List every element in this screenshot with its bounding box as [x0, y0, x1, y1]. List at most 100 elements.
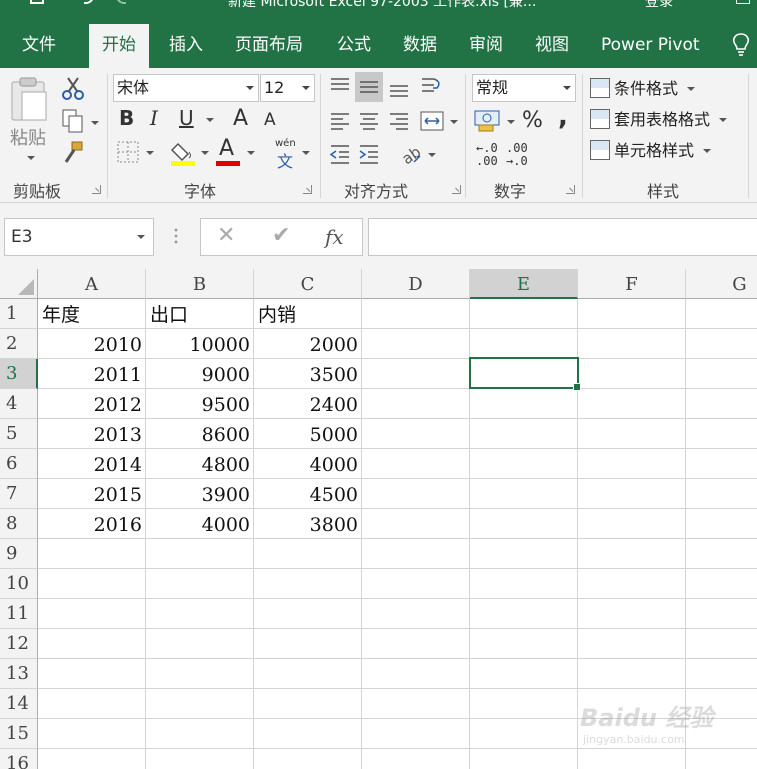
font-color-button[interactable]: A [219, 136, 234, 161]
row-header-12[interactable]: 12 [0, 629, 38, 659]
cell-g1[interactable] [686, 299, 757, 329]
cell-g3[interactable] [686, 359, 757, 389]
insert-function-icon[interactable]: fx [325, 225, 344, 249]
cell-g6[interactable] [686, 449, 757, 479]
underline-button[interactable]: U [179, 106, 194, 130]
align-middle-icon[interactable] [355, 72, 383, 102]
cell-b15[interactable] [146, 719, 254, 749]
comma-style-button[interactable]: , [558, 102, 568, 132]
row-header-9[interactable]: 9 [0, 539, 38, 569]
percent-style-button[interactable]: % [522, 108, 543, 133]
cell-e7[interactable] [470, 479, 578, 509]
column-header-e[interactable]: E [470, 269, 578, 299]
underline-dropdown-caret[interactable] [206, 118, 214, 122]
cell-f8[interactable] [578, 509, 686, 539]
orientation-icon[interactable]: ab [398, 142, 422, 166]
cell-f6[interactable] [578, 449, 686, 479]
cell-b8[interactable]: 4000 [146, 509, 254, 539]
formula-input[interactable] [368, 218, 757, 256]
cell-f2[interactable] [578, 329, 686, 359]
row-header-4[interactable]: 4 [0, 389, 38, 419]
row-header-1[interactable]: 1 [0, 299, 38, 329]
tab-formulas[interactable]: 公式 [337, 22, 371, 68]
align-left-icon[interactable] [328, 108, 352, 134]
cell-g8[interactable] [686, 509, 757, 539]
row-header-2[interactable]: 2 [0, 329, 38, 359]
cell-a7[interactable]: 2015 [38, 479, 146, 509]
cell-a6[interactable]: 2014 [38, 449, 146, 479]
login-link[interactable]: 登录 [645, 0, 673, 11]
merge-dropdown-caret[interactable] [450, 120, 458, 124]
ribbon-display-icon[interactable] [736, 0, 750, 4]
cell-b6[interactable]: 4800 [146, 449, 254, 479]
cell-c8[interactable]: 3800 [254, 509, 362, 539]
name-box[interactable]: E3 [4, 218, 154, 256]
cell-f12[interactable] [578, 629, 686, 659]
decrease-decimal-button[interactable]: .00 →.0 [506, 142, 528, 168]
cell-c12[interactable] [254, 629, 362, 659]
tell-me-bulb-icon[interactable] [731, 32, 751, 58]
cell-c13[interactable] [254, 659, 362, 689]
bold-button[interactable]: B [119, 106, 134, 130]
format-painter-brush-icon[interactable] [60, 140, 86, 166]
cell-a3[interactable]: 2011 [38, 359, 146, 389]
wrap-text-icon[interactable] [419, 74, 445, 100]
redo-icon[interactable] [116, 0, 126, 4]
cell-d16[interactable] [362, 749, 470, 769]
cell-e16[interactable] [470, 749, 578, 769]
cell-a4[interactable]: 2012 [38, 389, 146, 419]
cell-d4[interactable] [362, 389, 470, 419]
copy-dropdown-caret[interactable] [91, 121, 99, 125]
tab-home[interactable]: 开始 [89, 24, 149, 68]
cell-d11[interactable] [362, 599, 470, 629]
cell-e13[interactable] [470, 659, 578, 689]
row-header-7[interactable]: 7 [0, 479, 38, 509]
paste-clipboard-icon[interactable] [8, 76, 52, 124]
cell-a5[interactable]: 2013 [38, 419, 146, 449]
cell-e14[interactable] [470, 689, 578, 719]
cell-a1[interactable]: 年度 [38, 299, 146, 329]
cell-a14[interactable] [38, 689, 146, 719]
cell-b1[interactable]: 出口 [146, 299, 254, 329]
cell-g2[interactable] [686, 329, 757, 359]
select-all-corner[interactable] [0, 269, 38, 299]
cell-b11[interactable] [146, 599, 254, 629]
tab-power-pivot[interactable]: Power Pivot [601, 22, 700, 68]
cell-e4[interactable] [470, 389, 578, 419]
row-header-10[interactable]: 10 [0, 569, 38, 599]
cancel-icon[interactable]: ✕ [217, 223, 235, 248]
font-launcher-icon[interactable] [303, 185, 312, 194]
cell-e2[interactable] [470, 329, 578, 359]
cell-f13[interactable] [578, 659, 686, 689]
number-format-dropdown[interactable]: 常规 [472, 74, 576, 102]
tab-insert[interactable]: 插入 [169, 22, 203, 68]
cell-g4[interactable] [686, 389, 757, 419]
cell-e10[interactable] [470, 569, 578, 599]
conditional-formatting-button[interactable]: 条件格式 [590, 75, 696, 99]
cell-d6[interactable] [362, 449, 470, 479]
cell-f3[interactable] [578, 359, 686, 389]
active-cell-selection[interactable] [469, 357, 581, 391]
number-launcher-icon[interactable] [566, 185, 575, 194]
cell-e8[interactable] [470, 509, 578, 539]
cell-a13[interactable] [38, 659, 146, 689]
cell-d8[interactable] [362, 509, 470, 539]
cell-a15[interactable] [38, 719, 146, 749]
column-header-g[interactable]: G [686, 269, 757, 299]
cell-c3[interactable]: 3500 [254, 359, 362, 389]
cell-c2[interactable]: 2000 [254, 329, 362, 359]
cell-d7[interactable] [362, 479, 470, 509]
borders-icon[interactable] [115, 140, 141, 164]
cell-b2[interactable]: 10000 [146, 329, 254, 359]
cell-d2[interactable] [362, 329, 470, 359]
cell-b5[interactable]: 8600 [146, 419, 254, 449]
cell-b4[interactable]: 9500 [146, 389, 254, 419]
cell-e5[interactable] [470, 419, 578, 449]
decrease-indent-icon[interactable] [328, 142, 352, 166]
tab-file[interactable]: 文件 [22, 22, 56, 68]
cell-a8[interactable]: 2016 [38, 509, 146, 539]
column-header-f[interactable]: F [578, 269, 686, 299]
cell-c16[interactable] [254, 749, 362, 769]
undo-icon[interactable] [84, 0, 94, 4]
cell-b7[interactable]: 3900 [146, 479, 254, 509]
